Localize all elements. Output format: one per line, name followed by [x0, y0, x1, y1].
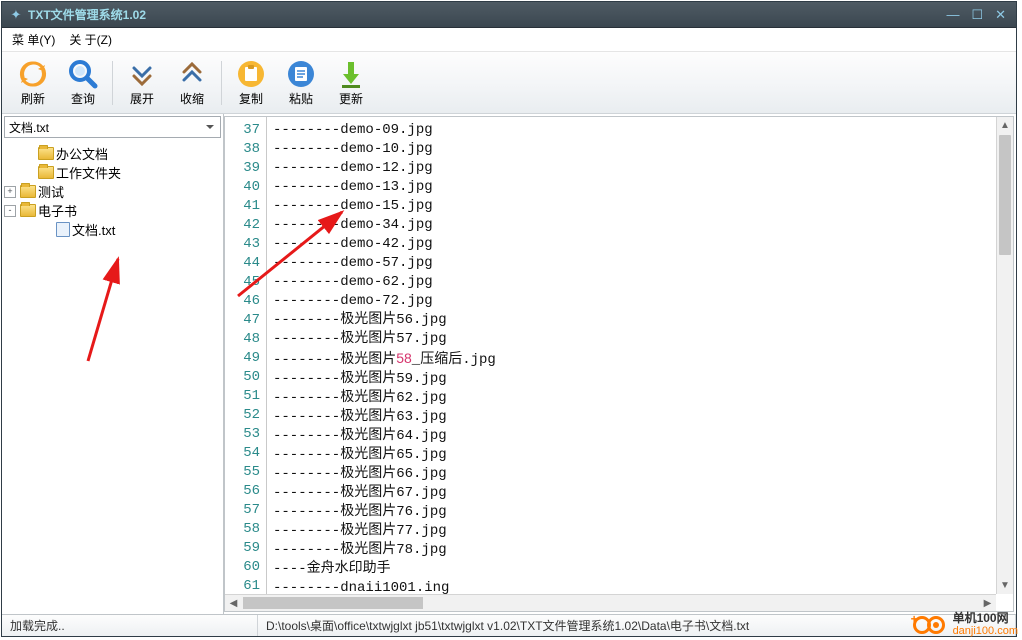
folder-icon — [20, 204, 36, 217]
folder-icon — [20, 185, 36, 198]
code-area: --------demo-09.jpg --------demo-10.jpg … — [267, 117, 496, 611]
copy-button[interactable]: 复制 — [226, 55, 276, 111]
toolbar-separator — [221, 61, 222, 105]
minimize-button[interactable]: — — [946, 7, 959, 23]
tree-item[interactable]: 文档.txt — [4, 220, 221, 239]
vertical-scrollbar[interactable]: ▲ ▼ — [996, 117, 1013, 594]
toolbar-label: 收缩 — [180, 90, 204, 107]
search-icon — [67, 58, 99, 90]
toolbar: 刷新 查询 展开 收缩 复制 — [2, 52, 1016, 114]
tree-item[interactable]: 工作文件夹 — [4, 163, 221, 182]
toolbar-label: 展开 — [130, 90, 154, 107]
query-button[interactable]: 查询 — [58, 55, 108, 111]
chevron-down-icon — [126, 58, 158, 90]
chevron-up-icon — [176, 58, 208, 90]
toolbar-separator — [112, 61, 113, 105]
toolbar-label: 粘贴 — [289, 90, 313, 107]
file-icon — [56, 222, 70, 237]
tree-item-label: 工作文件夹 — [56, 163, 121, 182]
maximize-button[interactable]: ☐ — [971, 7, 983, 23]
file-combo[interactable]: 文档.txt — [4, 116, 221, 138]
content-wrap: 37 38 39 40 41 42 43 44 45 46 47 48 49 5… — [224, 114, 1016, 614]
app-window: ✦ TXT文件管理系统1.02 — ☐ ✕ 菜 单(Y) 关 于(Z) 刷新 查… — [1, 1, 1017, 637]
menu-item-about[interactable]: 关 于(Z) — [65, 29, 116, 50]
tree-item-label: 电子书 — [38, 201, 77, 220]
tree-item[interactable]: - 电子书 — [4, 201, 221, 220]
tree-view[interactable]: 办公文档 工作文件夹+ 测试- 电子书 文档.txt — [2, 140, 223, 614]
watermark-logo-icon: + — [913, 613, 949, 637]
status-bar: 加载完成.. D:\tools\桌面\office\txtwjglxt jb51… — [2, 614, 1016, 636]
status-message: 加载完成.. — [2, 615, 258, 636]
tree-item-label: 文档.txt — [72, 220, 115, 239]
tree-item-label: 测试 — [38, 182, 64, 201]
scroll-down-icon[interactable]: ▼ — [997, 577, 1013, 594]
watermark-text: 单机100网 — [953, 612, 1018, 625]
refresh-button[interactable]: 刷新 — [8, 55, 58, 111]
title-bar: ✦ TXT文件管理系统1.02 — ☐ ✕ — [2, 2, 1016, 28]
expand-button[interactable]: 展开 — [117, 55, 167, 111]
line-number-gutter: 37 38 39 40 41 42 43 44 45 46 47 48 49 5… — [225, 117, 267, 611]
toolbar-label: 查询 — [71, 90, 95, 107]
watermark-url: danji100.com — [953, 625, 1018, 638]
close-button[interactable]: ✕ — [995, 7, 1006, 23]
sidebar: 文档.txt 办公文档 工作文件夹+ 测试- 电子书 文档.txt — [2, 114, 224, 614]
menu-item-main[interactable]: 菜 单(Y) — [8, 29, 59, 50]
tree-item[interactable]: + 测试 — [4, 182, 221, 201]
tree-item-label: 办公文档 — [56, 144, 108, 163]
scroll-thumb[interactable] — [243, 597, 423, 609]
window-controls: — ☐ ✕ — [946, 7, 1012, 23]
folder-icon — [38, 166, 54, 179]
tree-spacer — [22, 148, 34, 160]
tree-item[interactable]: 办公文档 — [4, 144, 221, 163]
main-area: 文档.txt 办公文档 工作文件夹+ 测试- 电子书 文档.txt 37 38 … — [2, 114, 1016, 614]
text-viewer[interactable]: 37 38 39 40 41 42 43 44 45 46 47 48 49 5… — [224, 116, 1014, 612]
combo-value: 文档.txt — [9, 119, 49, 136]
download-icon — [335, 58, 367, 90]
scroll-right-icon[interactable]: ▶ — [979, 595, 996, 611]
paste-button[interactable]: 粘贴 — [276, 55, 326, 111]
scroll-up-icon[interactable]: ▲ — [997, 117, 1013, 134]
folder-icon — [38, 147, 54, 160]
horizontal-scrollbar[interactable]: ◀ ▶ — [225, 594, 996, 611]
collapse-button[interactable]: 收缩 — [167, 55, 217, 111]
update-button[interactable]: 更新 — [326, 55, 376, 111]
tree-spacer — [40, 224, 52, 236]
watermark: + 单机100网 danji100.com — [913, 612, 1018, 638]
tree-spacer — [22, 167, 34, 179]
status-path: D:\tools\桌面\office\txtwjglxt jb51\txtwjg… — [258, 615, 1016, 636]
window-title: TXT文件管理系统1.02 — [28, 6, 946, 23]
chevron-down-icon[interactable] — [202, 119, 218, 135]
refresh-icon — [17, 58, 49, 90]
scroll-thumb[interactable] — [999, 135, 1011, 255]
collapse-icon[interactable]: - — [4, 205, 16, 217]
copy-icon — [235, 58, 267, 90]
paste-icon — [285, 58, 317, 90]
scroll-left-icon[interactable]: ◀ — [225, 595, 242, 611]
toolbar-label: 刷新 — [21, 90, 45, 107]
toolbar-label: 更新 — [339, 90, 363, 107]
toolbar-label: 复制 — [239, 90, 263, 107]
menu-bar: 菜 单(Y) 关 于(Z) — [2, 28, 1016, 52]
app-icon: ✦ — [8, 7, 24, 23]
expand-icon[interactable]: + — [4, 186, 16, 198]
